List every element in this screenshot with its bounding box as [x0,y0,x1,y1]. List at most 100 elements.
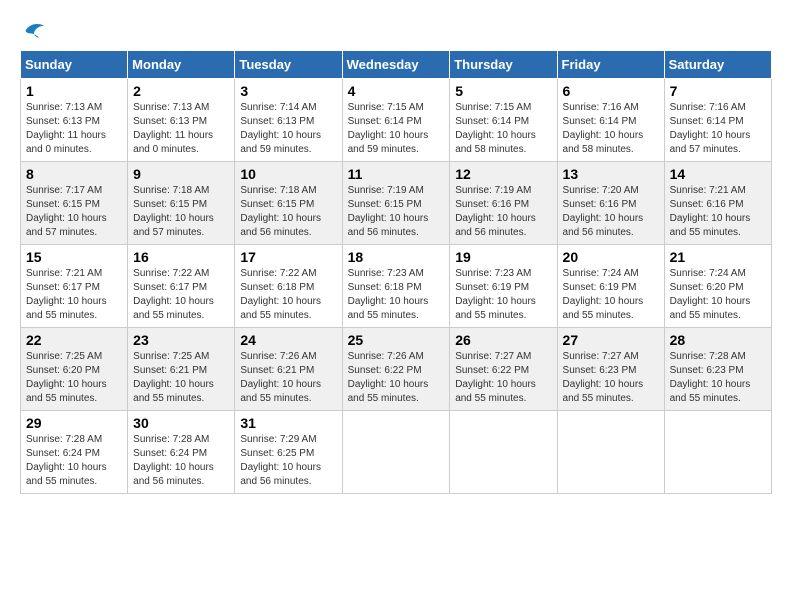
day-number: 11 [348,166,445,182]
day-number: 13 [563,166,659,182]
day-number: 3 [240,83,336,99]
day-info: Sunrise: 7:19 AMSunset: 6:16 PMDaylight:… [455,184,551,240]
day-number: 19 [455,249,551,265]
day-info: Sunrise: 7:27 AMSunset: 6:22 PMDaylight:… [455,350,551,406]
day-info: Sunrise: 7:23 AMSunset: 6:19 PMDaylight:… [455,267,551,323]
day-info: Sunrise: 7:24 AMSunset: 6:20 PMDaylight:… [670,267,766,323]
day-cell: 17 Sunrise: 7:22 AMSunset: 6:18 PMDayligh… [235,245,342,328]
calendar-table: SundayMondayTuesdayWednesdayThursdayFrid… [20,50,772,494]
day-number: 8 [26,166,122,182]
weekday-header-monday: Monday [128,51,235,79]
day-info: Sunrise: 7:17 AMSunset: 6:15 PMDaylight:… [26,184,122,240]
day-number: 1 [26,83,122,99]
day-number: 21 [670,249,766,265]
week-row-2: 8 Sunrise: 7:17 AMSunset: 6:15 PMDaylight… [21,162,772,245]
weekday-header-wednesday: Wednesday [342,51,450,79]
day-cell: 28 Sunrise: 7:28 AMSunset: 6:23 PMDayligh… [664,328,771,411]
week-row-4: 22 Sunrise: 7:25 AMSunset: 6:20 PMDayligh… [21,328,772,411]
day-number: 25 [348,332,445,348]
day-number: 31 [240,415,336,431]
logo-bird-icon [22,20,46,40]
day-cell [664,411,771,494]
day-info: Sunrise: 7:26 AMSunset: 6:21 PMDaylight:… [240,350,336,406]
day-info: Sunrise: 7:20 AMSunset: 6:16 PMDaylight:… [563,184,659,240]
day-info: Sunrise: 7:16 AMSunset: 6:14 PMDaylight:… [563,101,659,157]
day-info: Sunrise: 7:22 AMSunset: 6:18 PMDaylight:… [240,267,336,323]
day-info: Sunrise: 7:15 AMSunset: 6:14 PMDaylight:… [348,101,445,157]
day-number: 2 [133,83,229,99]
day-number: 30 [133,415,229,431]
day-cell: 8 Sunrise: 7:17 AMSunset: 6:15 PMDaylight… [21,162,128,245]
day-number: 10 [240,166,336,182]
day-cell: 20 Sunrise: 7:24 AMSunset: 6:19 PMDayligh… [557,245,664,328]
day-cell: 29 Sunrise: 7:28 AMSunset: 6:24 PMDayligh… [21,411,128,494]
day-cell: 26 Sunrise: 7:27 AMSunset: 6:22 PMDayligh… [450,328,557,411]
day-info: Sunrise: 7:13 AMSunset: 6:13 PMDaylight:… [133,101,229,157]
day-cell: 12Sunrise: 7:19 AMSunset: 6:16 PMDayligh… [450,162,557,245]
day-info: Sunrise: 7:16 AMSunset: 6:14 PMDaylight:… [670,101,766,157]
day-cell [342,411,450,494]
day-info: Sunrise: 7:25 AMSunset: 6:20 PMDaylight:… [26,350,122,406]
day-cell: 22 Sunrise: 7:25 AMSunset: 6:20 PMDayligh… [21,328,128,411]
day-number: 6 [563,83,659,99]
day-info: Sunrise: 7:29 AMSunset: 6:25 PMDaylight:… [240,433,336,489]
day-cell: 2 Sunrise: 7:13 AMSunset: 6:13 PMDaylight… [128,79,235,162]
day-number: 17 [240,249,336,265]
day-info: Sunrise: 7:18 AMSunset: 6:15 PMDaylight:… [240,184,336,240]
day-cell: 25Sunrise: 7:26 AMSunset: 6:22 PMDayligh… [342,328,450,411]
day-info: Sunrise: 7:28 AMSunset: 6:23 PMDaylight:… [670,350,766,406]
day-cell: 14Sunrise: 7:21 AMSunset: 6:16 PMDayligh… [664,162,771,245]
day-number: 4 [348,83,445,99]
day-number: 20 [563,249,659,265]
day-info: Sunrise: 7:13 AMSunset: 6:13 PMDaylight:… [26,101,122,157]
day-info: Sunrise: 7:28 AMSunset: 6:24 PMDaylight:… [26,433,122,489]
day-number: 28 [670,332,766,348]
header [20,20,772,40]
day-cell: 31 Sunrise: 7:29 AMSunset: 6:25 PMDayligh… [235,411,342,494]
day-cell: 19 Sunrise: 7:23 AMSunset: 6:19 PMDayligh… [450,245,557,328]
day-number: 9 [133,166,229,182]
day-number: 18 [348,249,445,265]
day-number: 15 [26,249,122,265]
weekday-header-friday: Friday [557,51,664,79]
day-cell: 11 Sunrise: 7:19 AMSunset: 6:15 PMDayligh… [342,162,450,245]
day-info: Sunrise: 7:15 AMSunset: 6:14 PMDaylight:… [455,101,551,157]
weekday-header-row: SundayMondayTuesdayWednesdayThursdayFrid… [21,51,772,79]
day-info: Sunrise: 7:25 AMSunset: 6:21 PMDaylight:… [133,350,229,406]
day-cell: 6 Sunrise: 7:16 AMSunset: 6:14 PMDaylight… [557,79,664,162]
day-cell: 27 Sunrise: 7:27 AMSunset: 6:23 PMDayligh… [557,328,664,411]
day-info: Sunrise: 7:21 AMSunset: 6:17 PMDaylight:… [26,267,122,323]
day-cell [557,411,664,494]
day-number: 24 [240,332,336,348]
day-number: 27 [563,332,659,348]
day-cell: 24 Sunrise: 7:26 AMSunset: 6:21 PMDayligh… [235,328,342,411]
day-info: Sunrise: 7:27 AMSunset: 6:23 PMDaylight:… [563,350,659,406]
day-number: 7 [670,83,766,99]
day-number: 22 [26,332,122,348]
weekday-header-tuesday: Tuesday [235,51,342,79]
day-cell: 10 Sunrise: 7:18 AMSunset: 6:15 PMDayligh… [235,162,342,245]
day-cell: 4 Sunrise: 7:15 AMSunset: 6:14 PMDaylight… [342,79,450,162]
page-container: SundayMondayTuesdayWednesdayThursdayFrid… [20,20,772,494]
day-cell: 7 Sunrise: 7:16 AMSunset: 6:14 PMDaylight… [664,79,771,162]
week-row-5: 29 Sunrise: 7:28 AMSunset: 6:24 PMDayligh… [21,411,772,494]
day-cell: 1 Sunrise: 7:13 AMSunset: 6:13 PMDaylight… [21,79,128,162]
day-info: Sunrise: 7:14 AMSunset: 6:13 PMDaylight:… [240,101,336,157]
day-cell: 21 Sunrise: 7:24 AMSunset: 6:20 PMDayligh… [664,245,771,328]
week-row-1: 1 Sunrise: 7:13 AMSunset: 6:13 PMDaylight… [21,79,772,162]
day-number: 16 [133,249,229,265]
day-info: Sunrise: 7:19 AMSunset: 6:15 PMDaylight:… [348,184,445,240]
day-number: 29 [26,415,122,431]
day-number: 23 [133,332,229,348]
day-number: 26 [455,332,551,348]
day-cell: 3 Sunrise: 7:14 AMSunset: 6:13 PMDaylight… [235,79,342,162]
day-cell [450,411,557,494]
day-info: Sunrise: 7:18 AMSunset: 6:15 PMDaylight:… [133,184,229,240]
day-info: Sunrise: 7:21 AMSunset: 6:16 PMDaylight:… [670,184,766,240]
day-info: Sunrise: 7:24 AMSunset: 6:19 PMDaylight:… [563,267,659,323]
day-cell: 16Sunrise: 7:22 AMSunset: 6:17 PMDayligh… [128,245,235,328]
day-cell: 30 Sunrise: 7:28 AMSunset: 6:24 PMDayligh… [128,411,235,494]
logo [20,20,46,40]
day-info: Sunrise: 7:28 AMSunset: 6:24 PMDaylight:… [133,433,229,489]
day-number: 5 [455,83,551,99]
